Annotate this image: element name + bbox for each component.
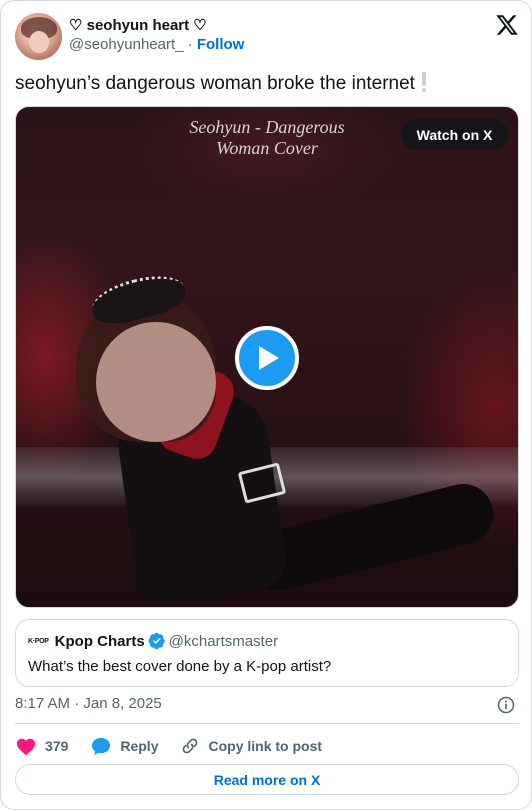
follow-link[interactable]: Follow <box>197 36 245 53</box>
like-button[interactable]: 379 <box>15 736 68 756</box>
author-display-name[interactable]: ♡ seohyun heart ♡ <box>69 16 244 35</box>
divider <box>15 723 519 724</box>
quoted-author-handle[interactable]: @kchartsmaster <box>169 633 278 650</box>
copy-link-button[interactable]: Copy link to post <box>180 736 322 756</box>
reply-label: Reply <box>120 738 159 754</box>
video-media[interactable]: Seohyun - Dangerous Woman Cover Watch on… <box>15 106 519 608</box>
quoted-tweet-text: What’s the best cover done by a K-pop ar… <box>28 658 332 675</box>
kpop-charts-logo: K·POP <box>28 637 49 645</box>
watch-on-x-button[interactable]: Watch on X <box>401 119 508 150</box>
reply-bubble-icon <box>92 737 111 756</box>
tweet-text-body: seohyun’s dangerous woman broke the inte… <box>15 73 415 94</box>
tweet-actions: 379 Reply Copy link to post <box>15 734 344 758</box>
copy-link-label: Copy link to post <box>208 738 323 754</box>
quoted-tweet-header: K·POP Kpop Charts @kchartsmaster <box>28 632 278 650</box>
play-icon <box>259 346 279 370</box>
author-avatar[interactable] <box>15 13 62 60</box>
exclamation-emoji-icon <box>421 72 427 92</box>
tweet-header: ♡ seohyun heart ♡ @seohyunheart_ · Follo… <box>15 13 519 61</box>
like-count: 379 <box>45 738 69 754</box>
author-handle[interactable]: @seohyunheart_ <box>69 36 183 53</box>
link-icon <box>183 738 198 754</box>
play-button[interactable] <box>235 326 299 390</box>
tweet-timestamp[interactable]: 8:17 AM · Jan 8, 2025 <box>15 695 162 712</box>
verified-badge-icon <box>148 632 165 650</box>
tweet-text: seohyun’s dangerous woman broke the inte… <box>15 72 427 96</box>
read-more-button[interactable]: Read more on X <box>15 764 519 795</box>
reply-button[interactable]: Reply <box>90 736 158 756</box>
info-icon[interactable] <box>496 695 516 715</box>
heart-icon <box>16 738 36 756</box>
x-logo-icon[interactable] <box>495 13 519 37</box>
performer-face <box>96 322 216 442</box>
quoted-tweet[interactable]: K·POP Kpop Charts @kchartsmaster What’s … <box>15 619 519 687</box>
author-handle-line: @seohyunheart_ · Follow <box>69 35 244 55</box>
quoted-author-name[interactable]: Kpop Charts <box>55 633 145 650</box>
handle-separator: · <box>183 36 197 53</box>
embedded-tweet-card: ♡ seohyun heart ♡ @seohyunheart_ · Follo… <box>0 0 532 810</box>
author-info: ♡ seohyun heart ♡ @seohyunheart_ · Follo… <box>69 16 244 55</box>
